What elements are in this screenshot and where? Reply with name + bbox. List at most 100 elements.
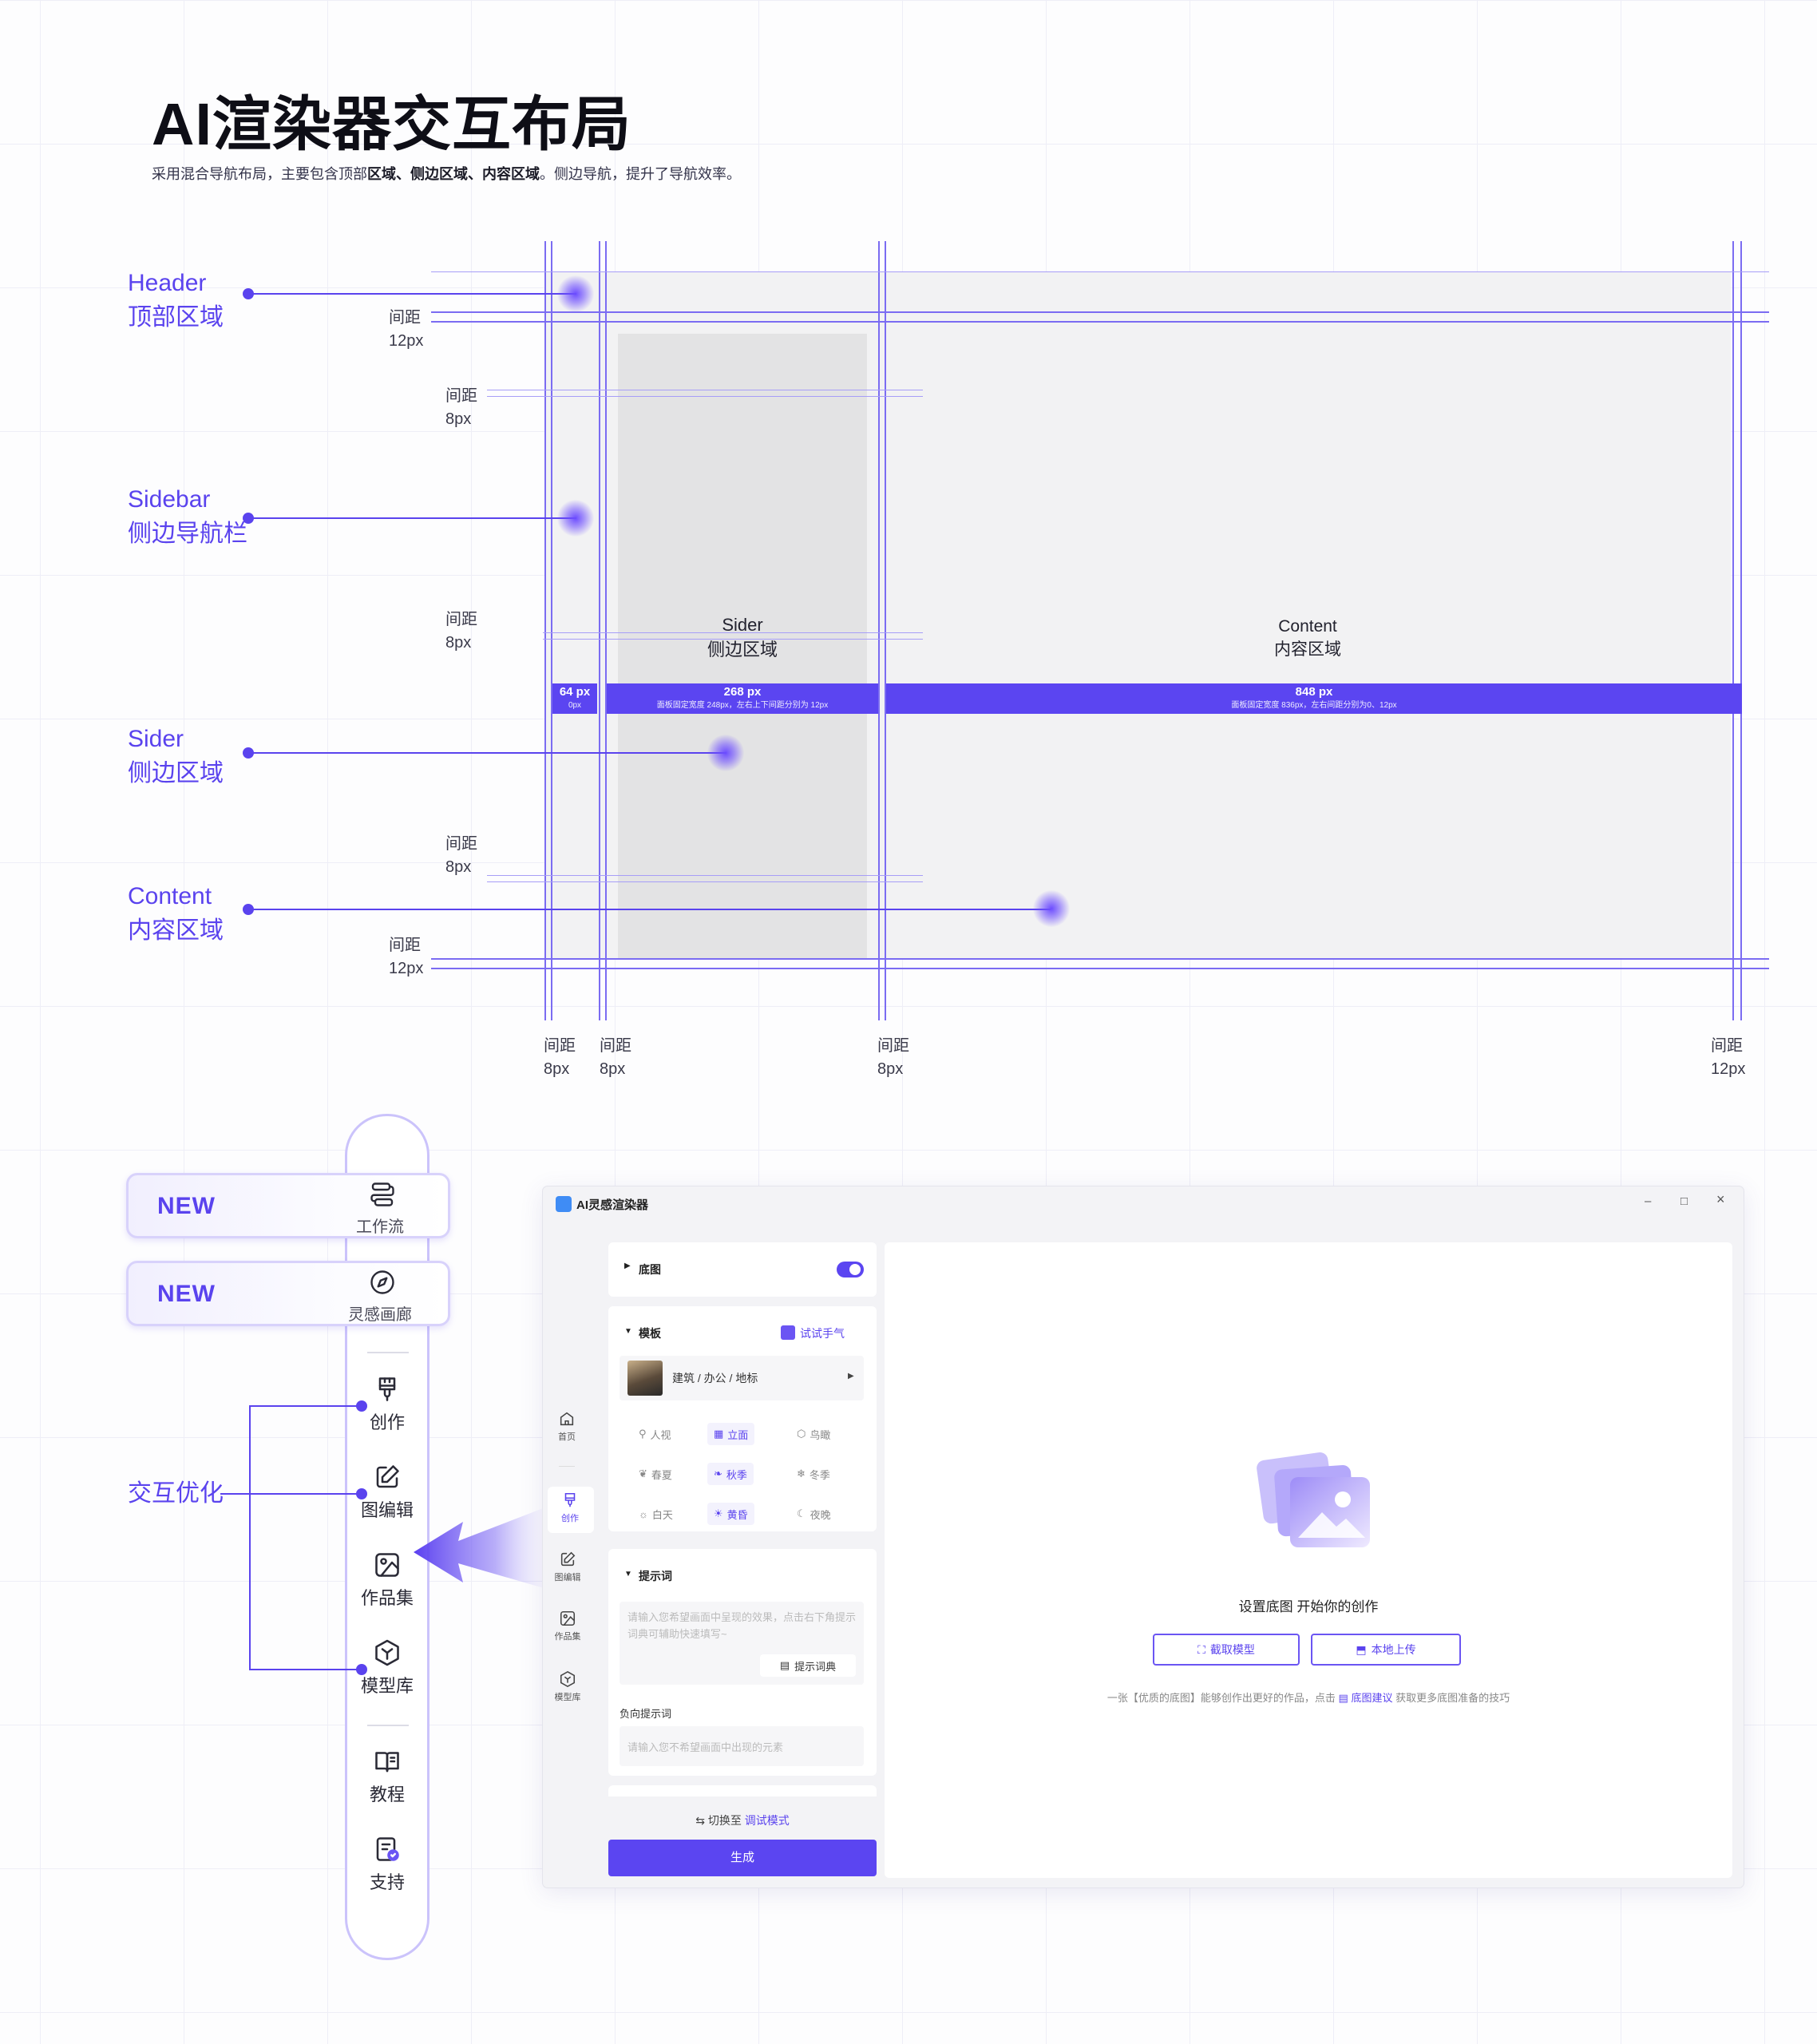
measure-bar-nav: 64 px 0px [552, 683, 597, 714]
upload-icon: ⬒ [1356, 1642, 1367, 1656]
guide-h [487, 396, 923, 397]
zone-label-content: Content 内容区域 [1274, 617, 1341, 660]
sun-icon: ☼ [639, 1507, 648, 1520]
template-select[interactable]: 建筑 / 办公 / 地标 ▶ [620, 1356, 864, 1400]
prompt-input[interactable]: 请输入您希望画面中呈现的效果，点击右下角提示词典可辅助快速填写~ ▤ 提示词典 [620, 1602, 864, 1685]
edit-icon [560, 1551, 576, 1567]
chip-dusk[interactable]: ☀ 黄昏 [707, 1503, 754, 1525]
book-icon [375, 1752, 399, 1773]
guide-v [878, 241, 880, 1020]
tip-text: 一张【优质的底图】能够创作出更好的作品，点击 ▤ 底图建议 获取更多底图准备的技… [1106, 1692, 1510, 1704]
nav-card-workflow[interactable]: NEW 工作流 [126, 1173, 450, 1238]
guide-v [885, 241, 886, 1020]
chip-autumn[interactable]: ❧ 秋季 [707, 1463, 754, 1485]
gap-label: 间距 8px [445, 835, 477, 876]
connector-glow [557, 275, 594, 312]
capture-model-button[interactable]: ⛶ 截取模型 [1153, 1634, 1300, 1666]
expand-arrow-icon[interactable]: ▼ [624, 1327, 632, 1336]
template-value: 建筑 / 办公 / 地标 [672, 1372, 758, 1384]
chip-night[interactable]: ☾ 夜晚 [790, 1503, 837, 1525]
guide-h [431, 321, 1769, 323]
chip-spring-summer[interactable]: ❦ 春夏 [632, 1463, 679, 1485]
snowflake-icon: ❄ [797, 1468, 806, 1480]
bracket-dot [356, 1488, 367, 1499]
tip-link[interactable]: ▤ 底图建议 [1339, 1692, 1393, 1704]
compass-icon [368, 1268, 397, 1301]
connector-line [247, 293, 576, 295]
prompt-dict-button[interactable]: ▤ 提示词典 [760, 1654, 856, 1677]
annotation-interaction: 交互优化 [128, 1480, 224, 1507]
bracket-line [249, 1405, 361, 1407]
app-nav-home[interactable]: 首页 [552, 1410, 581, 1443]
home-icon [560, 1412, 574, 1426]
nav-item-support[interactable]: 支持 [345, 1835, 430, 1894]
image-collection-icon [375, 1553, 399, 1577]
app-title: AI灵感渲染器 [576, 1198, 649, 1212]
collapse-arrow-icon[interactable]: ▶ [624, 1262, 631, 1270]
generate-button[interactable]: 生成 [608, 1840, 877, 1876]
bracket-line [249, 1493, 361, 1495]
measure-bar-sider: 268 px 面板固定宽度 248px，左右上下间距分别为 12px [607, 683, 878, 714]
content-area: 设置底图 开始你的创作 ⛶ 截取模型 ⬒ 本地上传 一张【优质的底图】能够创作出更好… [885, 1242, 1732, 1878]
app-nav-models[interactable]: 模型库 [548, 1670, 588, 1703]
chevron-right-icon: ▶ [848, 1372, 854, 1380]
panel-prompt: ▼ 提示词 请输入您希望画面中呈现的效果，点击右下角提示词典可辅助快速填写~ ▤… [608, 1549, 877, 1776]
switch-icon: ⇆ [695, 1814, 705, 1827]
support-doc-icon [376, 1837, 399, 1861]
annotation-sider: Sider 侧边区域 [128, 726, 224, 786]
guide-v [605, 241, 607, 1020]
dice-icon [781, 1325, 795, 1340]
new-badge: NEW [157, 1281, 216, 1307]
base-toggle[interactable] [837, 1262, 864, 1278]
annotation-content: Content 内容区域 [128, 883, 224, 944]
app-nav-create[interactable]: 创作 [556, 1491, 584, 1524]
close-button[interactable]: × [1716, 1191, 1725, 1208]
minimize-button[interactable]: – [1645, 1194, 1651, 1208]
workflow-icon [368, 1180, 397, 1213]
book-icon: ▤ [779, 1659, 790, 1671]
app-nav-edit[interactable]: 图编辑 [548, 1551, 588, 1583]
person-icon: ⚲ [639, 1428, 647, 1440]
chip-daytime[interactable]: ☼ 白天 [632, 1503, 679, 1525]
prompt-placeholder: 请输入您希望画面中呈现的效果，点击右下角提示词典可辅助快速填写~ [627, 1611, 857, 1640]
gap-label: 间距 12px [1711, 1037, 1746, 1078]
guide-h [431, 968, 1769, 969]
guide-v [1740, 241, 1742, 1020]
nav-item-tutorial[interactable]: 教程 [345, 1747, 430, 1806]
chip-birdseye[interactable]: ⬡ 鸟瞰 [790, 1423, 837, 1445]
app-nav-works[interactable]: 作品集 [548, 1610, 588, 1642]
local-upload-button[interactable]: ⬒ 本地上传 [1311, 1634, 1461, 1666]
nav-divider [367, 1352, 409, 1353]
chip-person-view[interactable]: ⚲ 人视 [632, 1423, 678, 1445]
gap-label: 间距 8px [445, 387, 477, 428]
nav-card-gallery[interactable]: NEW 灵感画廊 [126, 1261, 450, 1326]
connector-glow [557, 500, 594, 537]
guide-h [487, 881, 923, 882]
new-badge: NEW [157, 1193, 216, 1219]
model-cube-icon [375, 1639, 399, 1666]
image-collection-icon [560, 1610, 576, 1626]
bracket-line [220, 1493, 251, 1495]
guide-v [551, 241, 552, 1020]
guide-v [1732, 241, 1734, 1020]
switch-mode-link[interactable]: ⇆ 切换至 调试模式 [608, 1812, 877, 1828]
guide-h [431, 958, 1769, 960]
chip-elevation[interactable]: ▦ 立面 [707, 1423, 755, 1445]
bracket-line [249, 1405, 251, 1670]
guide-h [487, 875, 923, 876]
image-placeholder-icon [1257, 1452, 1370, 1547]
moon-icon: ☾ [797, 1507, 806, 1519]
app-window: AI灵感渲染器 – □ × 首页 创作 图编辑 作品集 模型库 ▶ 底图 ▼ 模… [543, 1186, 1744, 1888]
panel-base-image: ▶ 底图 [608, 1242, 877, 1297]
chip-winter[interactable]: ❄ 冬季 [790, 1463, 837, 1485]
expand-arrow-icon[interactable]: ▼ [624, 1570, 632, 1579]
nav-label-gallery: 灵感画廊 [348, 1306, 412, 1324]
negative-prompt-label: 负向提示词 [620, 1708, 672, 1720]
gap-label: 间距 12px [389, 937, 424, 977]
negative-prompt-input[interactable]: 请输入您不希望画面中出现的元素 [620, 1726, 864, 1766]
brush-icon [564, 1492, 576, 1507]
negative-placeholder: 请输入您不希望画面中出现的元素 [627, 1741, 784, 1753]
connector-glow [1033, 890, 1070, 927]
try-luck-link[interactable]: 试试手气 [800, 1325, 845, 1341]
maximize-button[interactable]: □ [1680, 1194, 1688, 1208]
